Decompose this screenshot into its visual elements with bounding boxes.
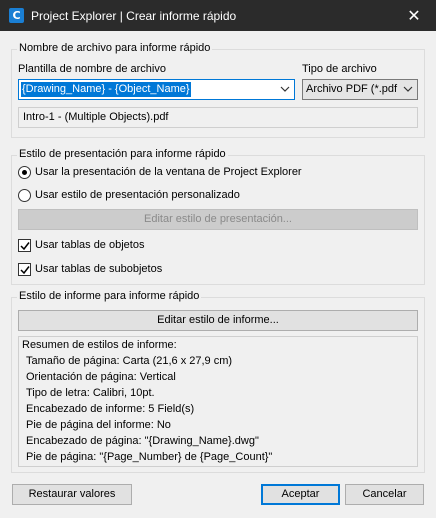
- chevron-down-icon: [403, 86, 413, 92]
- template-label: Plantilla de nombre de archivo: [18, 63, 166, 75]
- radio-window-presentation-label: Usar la presentación de la ventana de Pr…: [35, 166, 302, 178]
- report-summary-box: Resumen de estilos de informe: Tamaño de…: [18, 336, 418, 467]
- summary-line: Tipo de letra: Calibri, 10pt.: [26, 387, 155, 399]
- filename-preview: Intro-1 - (Multiple Objects).pdf: [18, 107, 418, 128]
- subobject-tables-label: Usar tablas de subobjetos: [35, 263, 163, 275]
- accept-button[interactable]: Aceptar: [261, 484, 340, 505]
- checkmark-icon: [20, 242, 30, 251]
- summary-line: Encabezado de página: "{Drawing_Name}.dw…: [26, 435, 259, 447]
- restore-defaults-button[interactable]: Restaurar valores: [12, 484, 132, 505]
- summary-heading: Resumen de estilos de informe:: [22, 339, 177, 351]
- object-tables-checkbox[interactable]: [18, 239, 31, 252]
- autodesk-civil-icon: C: [9, 8, 24, 23]
- checkmark-icon: [20, 266, 30, 275]
- file-type-label: Tipo de archivo: [302, 63, 377, 75]
- summary-line: Encabezado de informe: 5 Field(s): [26, 403, 195, 415]
- cancel-button[interactable]: Cancelar: [345, 484, 424, 505]
- radio-custom-presentation[interactable]: [18, 189, 31, 202]
- file-type-combo[interactable]: Archivo PDF (*.pdf: [302, 79, 418, 100]
- subobject-tables-checkbox[interactable]: [18, 263, 31, 276]
- object-tables-label: Usar tablas de objetos: [35, 239, 145, 251]
- radio-custom-presentation-label: Usar estilo de presentación personalizad…: [35, 189, 240, 201]
- edit-report-style-button[interactable]: Editar estilo de informe...: [18, 310, 418, 331]
- chevron-down-icon: [280, 86, 290, 92]
- title-bar: C Project Explorer | Crear informe rápid…: [0, 0, 436, 31]
- radio-window-presentation[interactable]: [18, 166, 31, 179]
- presentation-group-legend: Estilo de presentación para informe rápi…: [17, 148, 228, 160]
- close-icon[interactable]: ✕: [392, 0, 436, 31]
- summary-line: Pie de página: "{Page_Number} de {Page_C…: [26, 451, 273, 463]
- edit-presentation-button[interactable]: Editar estilo de presentación...: [18, 209, 418, 230]
- summary-line: Pie de página del informe: No: [26, 419, 171, 431]
- template-value: {Drawing_Name} - {Object_Name}: [21, 82, 191, 97]
- summary-line: Orientación de página: Vertical: [26, 371, 176, 383]
- window-title: Project Explorer | Crear informe rápido: [31, 9, 237, 23]
- template-combo[interactable]: {Drawing_Name} - {Object_Name}: [18, 79, 295, 100]
- summary-line: Tamaño de página: Carta (21,6 x 27,9 cm): [26, 355, 233, 367]
- filename-group-legend: Nombre de archivo para informe rápido: [17, 42, 213, 54]
- report-group-legend: Estilo de informe para informe rápido: [17, 290, 202, 302]
- file-type-value: Archivo PDF (*.pdf: [306, 83, 398, 95]
